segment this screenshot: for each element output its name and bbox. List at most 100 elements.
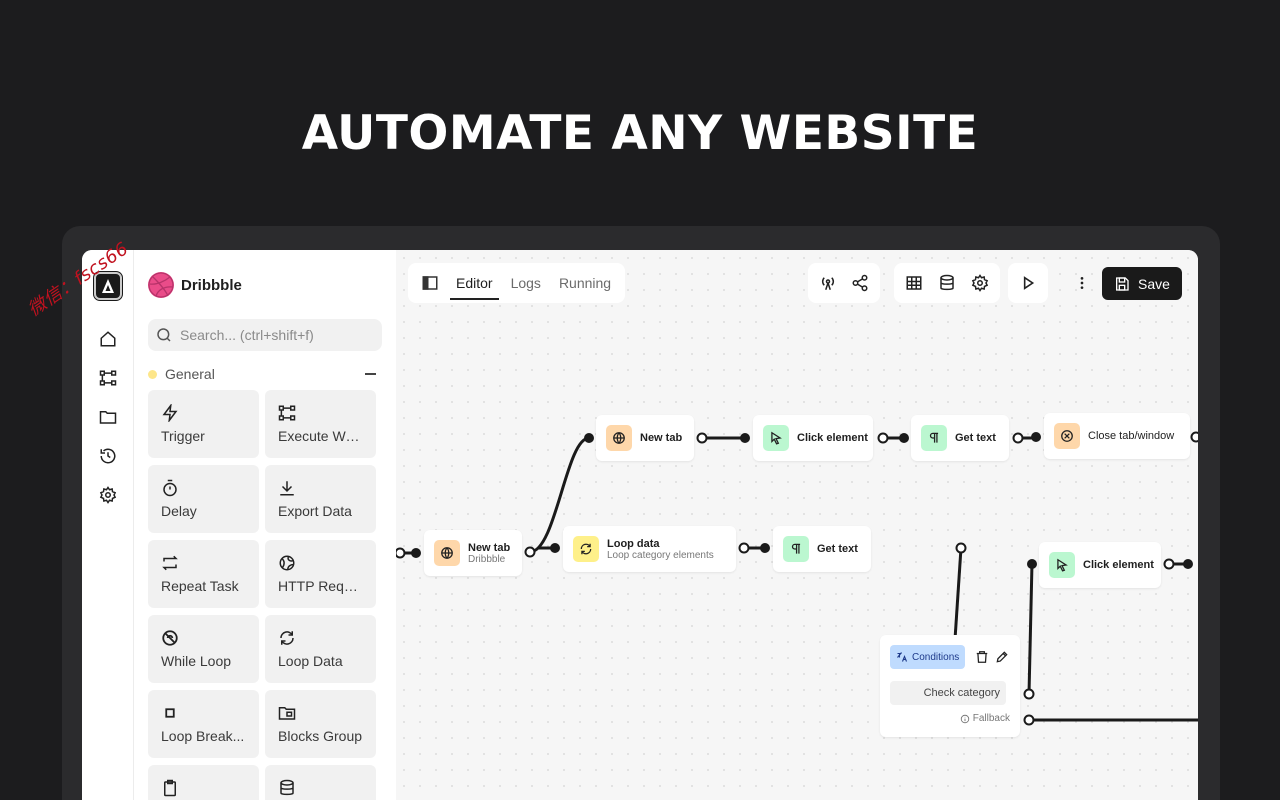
block-sidebar: Dribbble General Trigger Execute Wo... D… bbox=[134, 250, 446, 800]
collapse-icon[interactable] bbox=[365, 373, 376, 375]
node-new-tab-dribbble[interactable]: New tab Dribbble bbox=[424, 530, 522, 576]
fallback-path[interactable]: Fallback bbox=[960, 713, 1010, 724]
block-execute-workflow[interactable]: Execute Wo... bbox=[265, 390, 376, 458]
info-icon bbox=[960, 714, 969, 723]
download-icon bbox=[280, 481, 294, 496]
block-label: Delay bbox=[161, 503, 197, 519]
tab-running[interactable]: Running bbox=[553, 265, 617, 301]
node-get-text-2[interactable]: Get text bbox=[773, 526, 871, 572]
database-icon bbox=[280, 779, 294, 796]
workflow-name: Dribbble bbox=[181, 276, 242, 294]
settings-icon[interactable] bbox=[97, 484, 119, 506]
section-general[interactable]: General bbox=[148, 366, 378, 382]
clipboard-icon bbox=[164, 779, 176, 797]
search-icon bbox=[157, 328, 171, 342]
paragraph-icon bbox=[783, 536, 809, 562]
folder-group-icon bbox=[278, 707, 296, 720]
node-title: Click element bbox=[797, 432, 868, 444]
app-window: Dribbble General Trigger Execute Wo... D… bbox=[82, 250, 1198, 800]
node-get-text[interactable]: Get text bbox=[911, 415, 1009, 461]
globe-icon bbox=[434, 540, 460, 566]
block-label: HTTP Requ... bbox=[278, 578, 363, 594]
block-loop-data[interactable]: Loop Data bbox=[265, 615, 376, 683]
save-icon bbox=[1116, 276, 1129, 291]
node-subtitle: Loop category elements bbox=[607, 549, 714, 561]
block-label: Repeat Task bbox=[161, 578, 239, 594]
node-title: Click element bbox=[1083, 559, 1154, 571]
play-icon[interactable] bbox=[1014, 269, 1042, 297]
globe-icon bbox=[279, 555, 295, 571]
more-options-icon[interactable] bbox=[1068, 269, 1096, 297]
block-blocks-group[interactable]: Blocks Group bbox=[265, 690, 376, 758]
block-clipboard[interactable] bbox=[148, 765, 259, 800]
node-click-element[interactable]: Click element bbox=[753, 415, 873, 461]
share-tools bbox=[808, 263, 880, 303]
block-storage[interactable] bbox=[265, 765, 376, 800]
block-while-loop[interactable]: While Loop bbox=[148, 615, 259, 683]
block-search[interactable] bbox=[148, 319, 382, 351]
headline: AUTOMATE ANY WEBSITE bbox=[301, 106, 979, 161]
workflow-icon bbox=[278, 405, 296, 421]
conditions-label: Conditions bbox=[912, 651, 960, 663]
node-conditions[interactable]: Conditions Check category Fallback bbox=[880, 635, 1020, 737]
block-export-data[interactable]: Export Data bbox=[265, 465, 376, 533]
node-title: Get text bbox=[955, 432, 996, 444]
save-label: Save bbox=[1138, 275, 1170, 292]
stop-icon bbox=[165, 708, 175, 718]
workflow-header: Dribbble bbox=[148, 272, 242, 298]
block-trigger[interactable]: Trigger bbox=[148, 390, 259, 458]
folder-icon[interactable] bbox=[97, 406, 119, 428]
edit-icon[interactable] bbox=[994, 649, 1010, 665]
node-click-element-2[interactable]: Click element bbox=[1039, 542, 1161, 588]
broadcast-icon[interactable] bbox=[814, 269, 842, 297]
data-tools bbox=[894, 263, 1000, 303]
node-subtitle: Dribbble bbox=[468, 553, 506, 565]
node-title: New tab bbox=[468, 541, 511, 554]
node-new-tab[interactable]: New tab bbox=[596, 415, 694, 461]
node-title: New tab bbox=[640, 432, 683, 444]
section-dot bbox=[148, 369, 157, 379]
globe-icon bbox=[606, 425, 632, 451]
block-label: Execute Wo... bbox=[278, 428, 363, 444]
block-delay[interactable]: Delay bbox=[148, 465, 259, 533]
loop-icon bbox=[573, 536, 599, 562]
save-button[interactable]: Save bbox=[1102, 267, 1182, 300]
block-label: Loop Data bbox=[278, 653, 343, 669]
toggle-sidebar-icon[interactable] bbox=[416, 269, 444, 297]
condition-path[interactable]: Check category bbox=[890, 681, 1006, 705]
tab-logs[interactable]: Logs bbox=[505, 265, 547, 301]
block-label: Loop Break... bbox=[161, 728, 245, 744]
share-icon[interactable] bbox=[846, 269, 874, 297]
settings-icon[interactable] bbox=[966, 269, 994, 297]
block-label: Trigger bbox=[161, 428, 205, 444]
block-loop-breakpoint[interactable]: Loop Break... bbox=[148, 690, 259, 758]
block-label: Blocks Group bbox=[278, 728, 363, 744]
run-tools bbox=[1008, 263, 1048, 303]
tab-editor[interactable]: Editor bbox=[450, 265, 499, 301]
timer-icon bbox=[163, 479, 177, 497]
while-loop-icon bbox=[162, 630, 178, 646]
section-label: General bbox=[165, 366, 215, 382]
history-icon[interactable] bbox=[97, 445, 119, 467]
connection-wires bbox=[396, 431, 1198, 726]
search-input[interactable] bbox=[180, 327, 370, 343]
home-icon[interactable] bbox=[97, 328, 119, 350]
conditions-badge[interactable]: Conditions bbox=[890, 645, 966, 669]
loop-icon bbox=[280, 631, 294, 645]
database-icon[interactable] bbox=[933, 269, 961, 297]
table-icon[interactable] bbox=[900, 269, 928, 297]
node-loop-data[interactable]: Loop data Loop category elements bbox=[563, 526, 736, 572]
workflow-icon[interactable] bbox=[97, 367, 119, 389]
delete-icon[interactable] bbox=[974, 649, 990, 665]
close-circle-icon bbox=[1054, 423, 1080, 449]
repeat-icon bbox=[162, 555, 178, 571]
block-http-request[interactable]: HTTP Requ... bbox=[265, 540, 376, 608]
editor-tabs-bar: Editor Logs Running bbox=[408, 263, 626, 303]
workflow-canvas[interactable]: Editor Logs Running Save New tab Click e… bbox=[396, 250, 1198, 800]
paragraph-icon bbox=[921, 425, 947, 451]
block-repeat-task[interactable]: Repeat Task bbox=[148, 540, 259, 608]
cursor-icon bbox=[763, 425, 789, 451]
conditions-icon bbox=[897, 652, 908, 662]
node-title: Close tab/window bbox=[1088, 430, 1175, 442]
node-close-tab[interactable]: Close tab/window bbox=[1044, 413, 1190, 459]
